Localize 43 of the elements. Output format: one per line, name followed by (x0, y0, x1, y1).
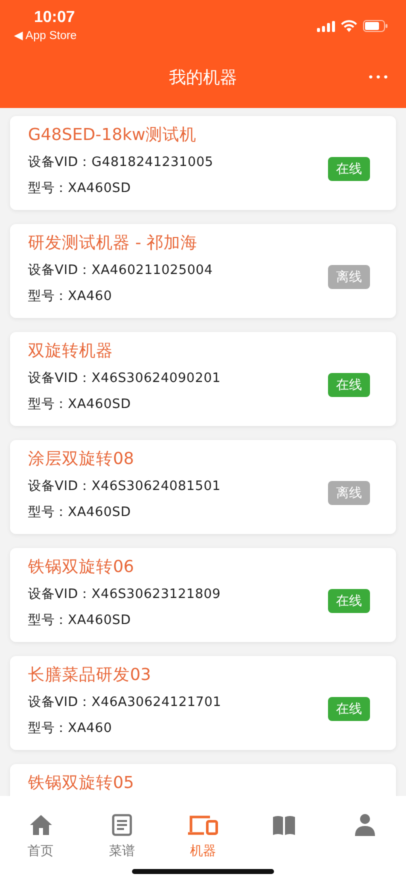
device-name: 涂层双旋转08 (28, 448, 135, 470)
device-model: 型号：XA460SD (28, 180, 132, 198)
device-vid: 设备VID：XA460211025004 (28, 262, 213, 280)
book-icon (272, 814, 296, 836)
device-model: 型号：XA460 (28, 720, 114, 738)
device-card[interactable]: G48SED-18kw测试机 设备VID：G4818241231005 型号：XA460SD 在线 (10, 116, 396, 210)
home-icon (30, 814, 52, 836)
device-name: 研发测试机器 - 祁加海 (28, 232, 198, 254)
device-vid: 设备VID：X46S30624081501 (28, 478, 221, 496)
device-vid: 设备VID：X46S30624090201 (28, 370, 221, 388)
device-model: 型号：XA460 (28, 288, 114, 306)
device-name: 铁锅双旋转06 (28, 556, 135, 578)
device-card[interactable]: 长膳菜品研发03 设备VID：X46A30624121701 型号：XA460 在线 (10, 656, 396, 750)
device-card[interactable]: 涂层双旋转08 设备VID：X46S30624081501 型号：XA460SD 离线 (10, 440, 396, 534)
device-card[interactable]: 研发测试机器 - 祁加海 设备VID：XA460211025004 型号：XA460 离线 (10, 224, 396, 318)
status-badge: 在线 (328, 373, 370, 397)
device-name: 双旋转机器 (28, 340, 114, 362)
status-badge: 在线 (328, 589, 370, 613)
device-vid: 设备VID：X46A30624121701 (28, 694, 222, 712)
signal-icon (317, 20, 335, 32)
device-card[interactable]: 双旋转机器 设备VID：X46S30624090201 型号：XA460SD 在线 (10, 332, 396, 426)
tab-item[interactable]: 菜谱 (81, 814, 162, 862)
device-model: 型号：XA460SD (28, 612, 132, 630)
battery-icon (363, 20, 388, 32)
device-vid: 设备VID：G4818241231005 (28, 154, 214, 172)
status-badge: 离线 (328, 265, 370, 289)
person-icon (355, 814, 376, 836)
device-vid: 设备VID：X46S30623121809 (28, 586, 221, 604)
tab-item[interactable]: 首页 (0, 814, 82, 862)
status-badge: 离线 (328, 481, 370, 505)
device-model: 型号：XA460SD (28, 396, 132, 414)
status-time: 10:07 (34, 9, 75, 27)
status-badge: 在线 (328, 697, 370, 721)
wifi-icon (341, 20, 357, 32)
device-card[interactable]: 铁锅双旋转06 设备VID：X46S30623121809 型号：XA460SD 在线 (10, 548, 396, 642)
document-icon (112, 814, 132, 836)
status-badge: 在线 (328, 157, 370, 181)
device-name: 长膳菜品研发03 (28, 664, 152, 686)
device-name: 铁锅双旋转05 (28, 772, 134, 794)
device-name: G48SED-18kw测试机 (28, 124, 198, 146)
device-model: 型号：XA460SD (28, 504, 132, 522)
devices-icon (188, 814, 218, 836)
page-title: 我的机器 (169, 66, 237, 88)
